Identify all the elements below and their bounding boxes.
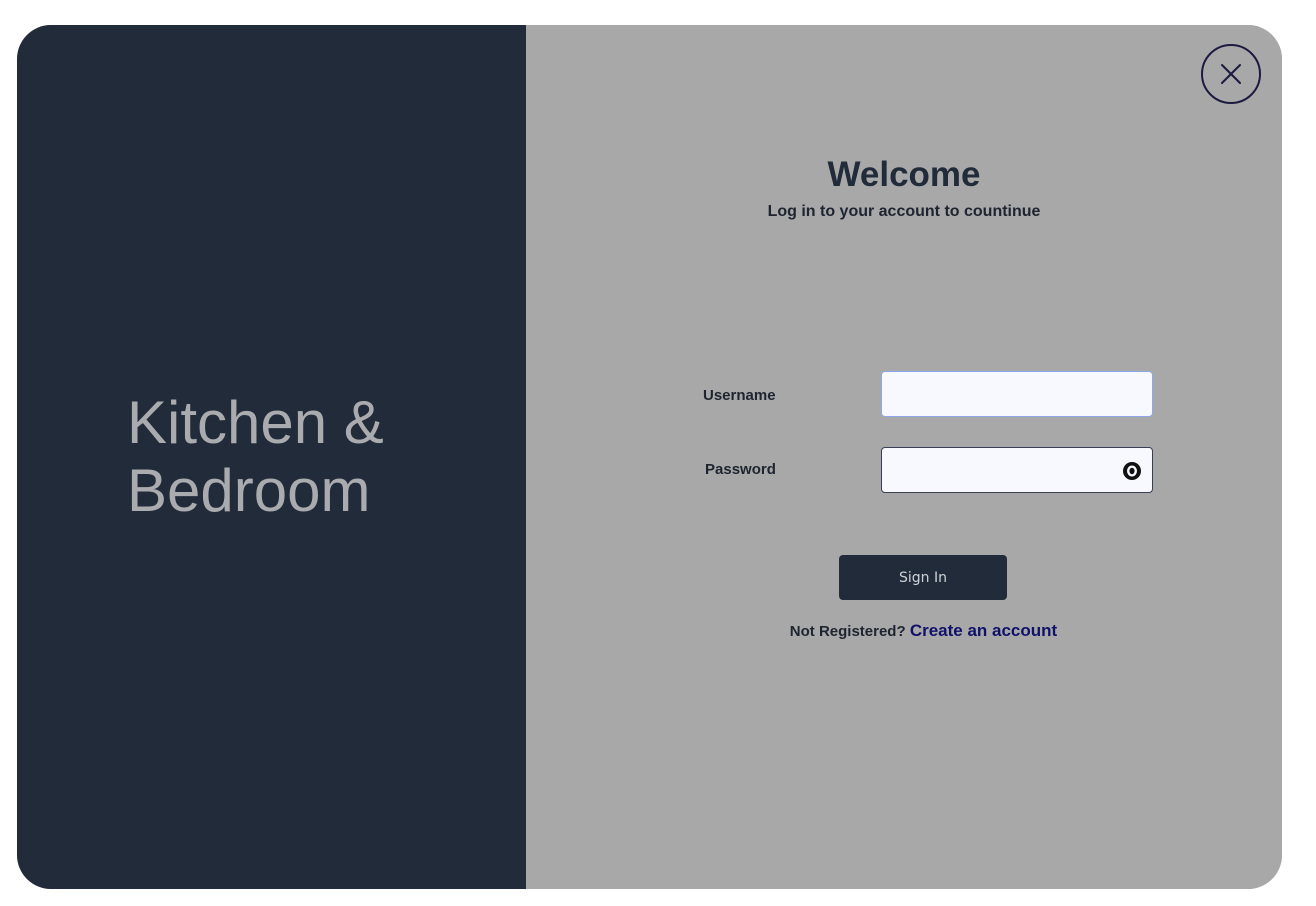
brand-panel: Kitchen & Bedroom xyxy=(17,25,526,889)
welcome-subtitle: Log in to your account to countinue xyxy=(767,203,1041,220)
brand-line-1: Kitchen & xyxy=(127,389,384,456)
password-field[interactable] xyxy=(881,447,1153,493)
create-account-link[interactable]: Create an account xyxy=(910,621,1057,640)
brand-line-2: Bedroom xyxy=(127,457,371,524)
login-panel: Welcome Log in to your account to counti… xyxy=(526,25,1282,889)
username-label: Username xyxy=(703,387,776,404)
close-button[interactable] xyxy=(1201,44,1261,104)
password-label: Password xyxy=(705,461,776,478)
welcome-title: Welcome xyxy=(827,155,981,194)
password-input[interactable] xyxy=(882,448,1152,492)
close-icon xyxy=(1201,44,1261,104)
username-field[interactable] xyxy=(881,371,1153,417)
login-window: Kitchen & Bedroom Welcome Log in to your… xyxy=(17,25,1282,889)
brand-title: Kitchen & Bedroom xyxy=(127,389,384,525)
eye-icon[interactable] xyxy=(1122,461,1142,481)
sign-in-button[interactable]: Sign In xyxy=(839,555,1007,600)
register-line: Not Registered? Create an account xyxy=(526,621,1282,641)
username-input[interactable] xyxy=(882,372,1152,416)
register-prompt: Not Registered? xyxy=(789,623,906,640)
